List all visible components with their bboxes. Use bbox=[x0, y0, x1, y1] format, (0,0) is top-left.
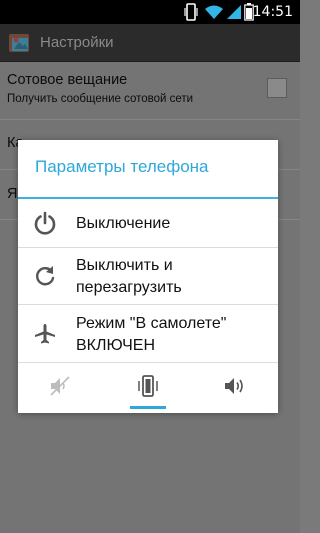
status-bar: 14:51 bbox=[0, 0, 300, 24]
vibrate-mode-button[interactable] bbox=[105, 363, 191, 413]
status-clock: 14:51 bbox=[252, 4, 293, 20]
dialog-title-bar: Параметры телефона bbox=[18, 140, 278, 197]
airplane-mode-option[interactable]: Режим "В самолете" ВКЛЮЧЕН bbox=[18, 305, 278, 363]
settings-app-icon[interactable] bbox=[8, 31, 32, 55]
wifi-icon bbox=[203, 0, 225, 24]
action-bar: Настройки bbox=[0, 24, 300, 62]
power-icon bbox=[32, 210, 58, 236]
cell-broadcast-checkbox[interactable] bbox=[267, 78, 287, 98]
power-off-option[interactable]: Выключение bbox=[18, 199, 278, 248]
dialog-title: Параметры телефона bbox=[35, 157, 209, 176]
sound-off-icon bbox=[49, 376, 73, 400]
option-label: Выключение bbox=[76, 215, 171, 232]
option-label-line2: ВКЛЮЧЕН bbox=[76, 337, 156, 354]
row-title: Сотовое вещание bbox=[7, 72, 128, 88]
phone-options-dialog: Параметры телефона Выключение Выключить … bbox=[18, 140, 278, 413]
restart-option[interactable]: Выключить и перезагрузить bbox=[18, 248, 278, 305]
airplane-icon bbox=[32, 321, 58, 347]
sound-on-icon bbox=[223, 376, 247, 400]
option-label-line1: Режим "В самолете" bbox=[76, 315, 227, 332]
row-summary: Получить сообщение сотовой сети bbox=[7, 93, 194, 105]
vibrate-mode-icon bbox=[137, 374, 159, 402]
sound-mode-selector bbox=[18, 363, 278, 413]
option-label-line2: перезагрузить bbox=[76, 279, 182, 296]
sound-on-button[interactable] bbox=[192, 363, 278, 413]
option-label-line1: Выключить и bbox=[76, 257, 173, 274]
signal-icon bbox=[226, 0, 242, 24]
restart-icon bbox=[32, 263, 58, 289]
sound-off-button[interactable] bbox=[18, 363, 104, 413]
page-title: Настройки bbox=[40, 34, 114, 51]
selected-indicator bbox=[130, 406, 166, 409]
vibrate-icon bbox=[184, 0, 198, 24]
cell-broadcast-row[interactable]: Сотовое вещание Получить сообщение сотов… bbox=[0, 62, 300, 120]
